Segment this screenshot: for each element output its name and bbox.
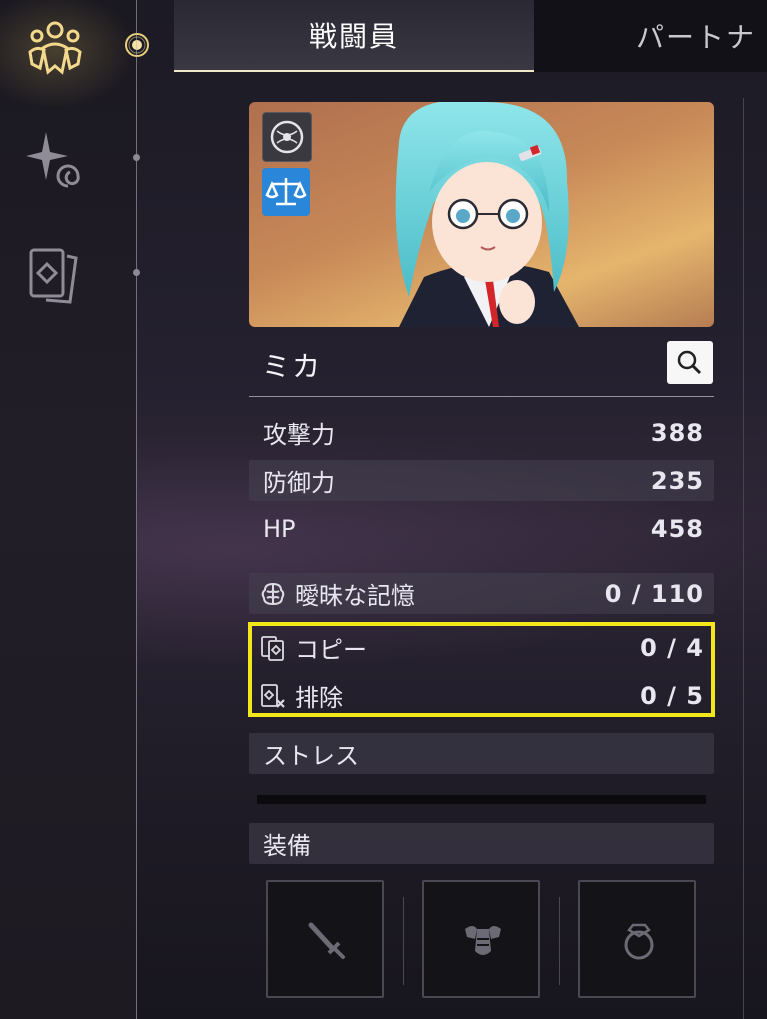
stat-value: 235 — [650, 466, 704, 495]
memory-row: 曖昧な記憶 0 / 110 — [249, 573, 714, 614]
memory-value: 0 / 110 — [604, 579, 704, 608]
stress-header: ストレス — [249, 733, 714, 774]
character-icon[interactable] — [24, 18, 86, 76]
equipment-slot-weapon[interactable] — [266, 880, 384, 998]
stress-label: ストレス — [263, 742, 359, 770]
zoom-button[interactable] — [667, 341, 713, 384]
slot-divider — [403, 897, 404, 985]
stat-value: 458 — [650, 514, 704, 543]
tab-bar: 戦闘員 パートナ — [174, 0, 767, 72]
tab-partner[interactable]: パートナ — [534, 0, 767, 72]
stat-row-defense: 防御力 235 — [249, 460, 714, 501]
stat-label: 防御力 — [263, 469, 335, 497]
tab-combatant[interactable]: 戦闘員 — [174, 0, 534, 72]
selection-ring-icon — [125, 33, 149, 57]
equipment-slot-armor[interactable] — [422, 880, 540, 998]
name-divider — [249, 396, 714, 397]
side-nav-dot — [133, 269, 140, 276]
armor-icon — [465, 926, 501, 955]
character-name: ミカ — [262, 350, 323, 383]
card-deck-icon[interactable] — [28, 246, 80, 304]
side-nav — [0, 0, 149, 1019]
memory-label: 曖昧な記憶 — [295, 582, 415, 610]
brain-icon — [261, 582, 285, 605]
balance-scale-icon — [262, 168, 310, 216]
sword-icon — [308, 922, 345, 959]
equipment-label: 装備 — [263, 832, 311, 860]
stat-label: 攻撃力 — [263, 421, 335, 449]
slot-divider — [559, 897, 560, 985]
sparkle-spiral-icon[interactable] — [24, 128, 82, 190]
scrollbar-track[interactable] — [743, 98, 744, 1019]
magnifier-icon — [677, 350, 702, 375]
ring-icon — [624, 923, 654, 960]
stat-label: HP — [263, 514, 296, 543]
character-illustration — [395, 102, 579, 327]
stat-row-attack: 攻撃力 388 — [249, 412, 714, 453]
character-portrait — [249, 102, 714, 327]
stat-row-hp: HP 458 — [249, 508, 714, 549]
equipment-slot-accessory[interactable] — [578, 880, 696, 998]
side-nav-dot — [133, 154, 140, 161]
stress-bar — [257, 795, 706, 804]
equipment-header: 装備 — [249, 823, 714, 864]
stat-value: 388 — [650, 418, 704, 447]
mind-orb-icon — [262, 112, 312, 162]
highlight-box — [248, 622, 715, 717]
side-nav-divider — [136, 0, 137, 1019]
